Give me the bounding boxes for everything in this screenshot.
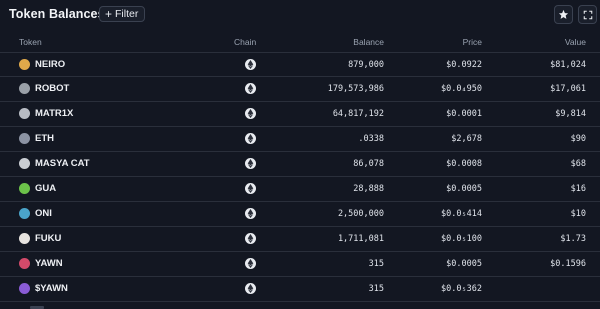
- balance-cell: 315: [368, 259, 384, 269]
- token-name: FUKU: [35, 233, 62, 244]
- value-cell: $10: [570, 209, 586, 219]
- token-name: NEIRO: [35, 59, 66, 70]
- price-cell: $0.0₄950: [441, 84, 482, 94]
- table-row[interactable]: ETH .0338 $2,678 $90: [0, 127, 600, 152]
- column-header-balance[interactable]: Balance: [353, 37, 384, 47]
- table-row[interactable]: $YAWN 315 $0.0₅362: [0, 277, 600, 302]
- value-cell: $81,024: [550, 60, 586, 70]
- eth-logo-icon: [19, 133, 30, 144]
- syawn-logo-icon: [19, 283, 30, 294]
- token-name: MATR1X: [35, 108, 74, 119]
- filter-button[interactable]: + Filter: [99, 6, 146, 22]
- header: Token Balances + Filter: [0, 0, 600, 30]
- oni-logo-icon: [19, 208, 30, 219]
- ethereum-chain-icon: [245, 233, 256, 244]
- price-cell: $0.0₅100: [441, 234, 482, 244]
- favorite-button[interactable]: [554, 5, 573, 24]
- page-title: Token Balances: [9, 7, 105, 21]
- token-name: YAWN: [35, 258, 63, 269]
- value-cell: $9,814: [555, 109, 586, 119]
- neiro-logo-icon: [19, 59, 30, 70]
- price-cell: $0.0001: [446, 109, 482, 119]
- value-cell: $90: [570, 134, 586, 144]
- token-name: ROBOT: [35, 83, 70, 94]
- balance-cell: 2,500,000: [337, 209, 384, 219]
- balance-cell: 179,573,986: [327, 84, 384, 94]
- table-row[interactable]: MASYA CAT 86,078 $0.0008 $68: [0, 152, 600, 177]
- token-name: $YAWN: [35, 283, 68, 294]
- token-name: GUA: [35, 183, 57, 194]
- balance-cell: 64,817,192: [332, 109, 384, 119]
- table-row[interactable]: GUA 28,888 $0.0005 $16: [0, 177, 600, 202]
- price-cell: $0.0008: [446, 159, 482, 169]
- column-header-token[interactable]: Token: [19, 37, 42, 47]
- gua-logo-icon: [19, 183, 30, 194]
- balance-cell: 86,078: [353, 159, 384, 169]
- column-header-chain[interactable]: Chain: [234, 37, 256, 47]
- filter-label: Filter: [115, 8, 139, 20]
- ethereum-chain-icon: [245, 183, 256, 194]
- fuku-logo-icon: [19, 233, 30, 244]
- ethereum-chain-icon: [245, 258, 256, 269]
- table-row[interactable]: FUKU 1,711,081 $0.0₅100 $1.73: [0, 227, 600, 252]
- column-header-value[interactable]: Value: [565, 37, 586, 47]
- price-cell: $0.0922: [446, 60, 482, 70]
- table-row[interactable]: YAWN 315 $0.0005 $0.1596: [0, 252, 600, 277]
- token-table: NEIRO 879,000 $0.0922 $81,024 ROBOT 179,573,9…: [0, 52, 600, 302]
- balance-cell: 879,000: [348, 60, 384, 70]
- matr1x-logo-icon: [19, 108, 30, 119]
- table-row[interactable]: MATR1X 64,817,192 $0.0001 $9,814: [0, 102, 600, 127]
- token-name: ONI: [35, 208, 52, 219]
- price-cell: $0.0₅362: [441, 284, 482, 294]
- ethereum-chain-icon: [245, 158, 256, 169]
- value-cell: $1.73: [560, 234, 586, 244]
- ethereum-chain-icon: [245, 283, 256, 294]
- balance-cell: 1,711,081: [337, 234, 384, 244]
- table-row[interactable]: NEIRO 879,000 $0.0922 $81,024: [0, 52, 600, 77]
- expand-icon: [583, 10, 592, 19]
- plus-icon: +: [105, 6, 113, 21]
- price-cell: $0.0005: [446, 259, 482, 269]
- ethereum-chain-icon: [245, 133, 256, 144]
- price-cell: $0.0₅414: [441, 209, 482, 219]
- value-cell: $0.1596: [550, 259, 586, 269]
- expand-button[interactable]: [578, 5, 597, 24]
- ethereum-chain-icon: [245, 83, 256, 94]
- balance-cell: .0338: [358, 134, 384, 144]
- value-cell: $17,061: [550, 84, 586, 94]
- ethereum-chain-icon: [245, 108, 256, 119]
- value-cell: $16: [570, 184, 586, 194]
- ethereum-chain-icon: [245, 59, 256, 70]
- token-name: MASYA CAT: [35, 158, 90, 169]
- column-header-price[interactable]: Price: [463, 37, 482, 47]
- table-row[interactable]: ONI 2,500,000 $0.0₅414 $10: [0, 202, 600, 227]
- token-name: ETH: [35, 133, 54, 144]
- balance-cell: 28,888: [353, 184, 384, 194]
- balance-cell: 315: [368, 284, 384, 294]
- price-cell: $0.0005: [446, 184, 482, 194]
- yawn-logo-icon: [19, 258, 30, 269]
- value-cell: $68: [570, 159, 586, 169]
- masya-cat-logo-icon: [19, 158, 30, 169]
- star-icon: [558, 9, 569, 19]
- table-row[interactable]: ROBOT 179,573,986 $0.0₄950 $17,061: [0, 77, 600, 102]
- ethereum-chain-icon: [245, 208, 256, 219]
- robot-logo-icon: [19, 83, 30, 94]
- price-cell: $2,678: [451, 134, 482, 144]
